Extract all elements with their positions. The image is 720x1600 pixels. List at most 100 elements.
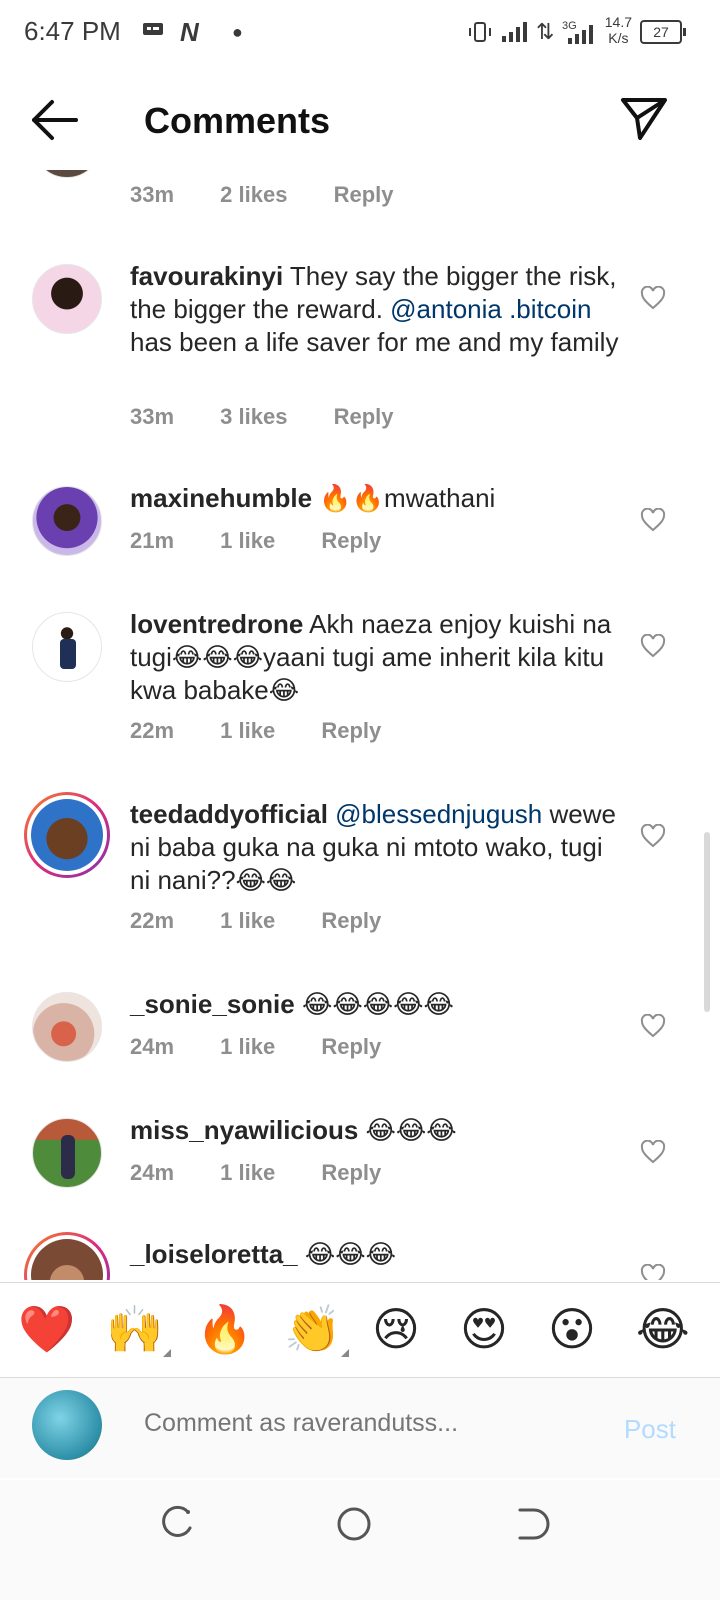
reaction-raised-hands-icon[interactable]: 🙌 — [106, 1301, 172, 1357]
reply-button[interactable]: Reply — [321, 1034, 381, 1059]
comment-likes[interactable]: 1 like — [220, 1034, 275, 1059]
reaction-heart-eyes-icon[interactable]: 😍 — [460, 1301, 508, 1357]
comment-username[interactable]: teedaddyofficial — [130, 799, 328, 829]
heart-icon[interactable] — [640, 1263, 666, 1280]
comment-input[interactable] — [142, 1408, 566, 1439]
comment-likes[interactable]: 1 like — [220, 718, 275, 743]
home-icon[interactable] — [334, 1504, 374, 1544]
skin-tone-indicator — [163, 1349, 172, 1357]
comment-username[interactable]: maxinehumble — [130, 483, 312, 513]
page-title: Comments — [144, 100, 331, 141]
signal-icon — [500, 20, 528, 49]
share-send-icon[interactable] — [620, 96, 668, 142]
scrollbar[interactable] — [704, 832, 710, 1012]
comment-text: _loiseloretta_ 😂😂😂 — [130, 1238, 620, 1271]
comment-meta: 22m 1 like Reply — [130, 908, 421, 934]
comment-likes[interactable]: 1 like — [220, 1160, 275, 1185]
heart-icon[interactable] — [640, 633, 666, 658]
network-speed: 14.7 K/s — [605, 14, 632, 46]
comment-meta: 21m 1 like Reply — [130, 528, 421, 554]
comment-meta: 24m 1 like Reply — [130, 1160, 421, 1186]
status-time: 6:47 PM — [24, 16, 121, 46]
comment-text: favourakinyi They say the bigger the ris… — [130, 260, 620, 359]
avatar[interactable] — [32, 992, 102, 1062]
comment-time: 24m — [130, 1160, 175, 1185]
heart-icon[interactable] — [640, 285, 666, 310]
reaction-glyph: 👏 — [284, 1303, 342, 1355]
heart-icon[interactable] — [640, 1013, 666, 1038]
comment-likes[interactable]: 2 likes — [220, 182, 287, 207]
comment-time: 24m — [130, 1034, 175, 1059]
post-button[interactable]: Post — [624, 1414, 676, 1445]
comment-likes[interactable]: 1 like — [220, 528, 275, 553]
comment-body: has been a life saver for me and my fami… — [130, 327, 619, 357]
comment-meta: 24m 1 like Reply — [130, 1034, 421, 1060]
reaction-crying-icon[interactable]: 😢 — [372, 1301, 420, 1357]
comment-text: loventredrone Akh naeza enjoy kuishi na … — [130, 608, 620, 707]
comment-mention[interactable]: @blessednjugush — [328, 799, 542, 829]
comment-text: teedaddyofficial @blessednjugush wewe ni… — [130, 798, 620, 897]
comment-composer: Post — [0, 1378, 720, 1478]
reply-button[interactable]: Reply — [321, 528, 381, 553]
comment-meta: 22m 1 like Reply — [130, 718, 421, 744]
heart-icon[interactable] — [640, 823, 666, 848]
comment-likes[interactable]: 3 likes — [220, 404, 287, 429]
comment-body: 😂😂😂😂😂 — [294, 989, 454, 1019]
reply-button[interactable]: Reply — [321, 908, 381, 933]
dot-icon: ● — [232, 22, 243, 42]
comment-username[interactable]: _sonie_sonie — [130, 989, 295, 1019]
recents-icon[interactable] — [158, 1504, 198, 1544]
app-notification-icon: N — [180, 17, 199, 47]
data-transfer-icon: ⇅ — [536, 19, 555, 44]
comment-username[interactable]: favourakinyi — [130, 261, 283, 291]
comment-username[interactable]: loventredrone — [130, 609, 303, 639]
system-nav-bar — [0, 1480, 720, 1600]
reply-button[interactable]: Reply — [334, 182, 394, 207]
current-user-avatar — [32, 1390, 102, 1460]
signal-2-icon — [566, 24, 594, 49]
avatar-story-ring[interactable] — [24, 792, 110, 878]
avatar[interactable] — [32, 264, 102, 334]
comment-body: 😂😂😂 — [297, 1239, 397, 1269]
comment-mention[interactable]: @antonia .bitcoin — [390, 294, 591, 324]
comment-likes[interactable]: 1 like — [220, 908, 275, 933]
comments-list[interactable]: 33m 2 likes Reply favourakinyi They say … — [0, 170, 720, 1280]
avatar[interactable] — [32, 486, 102, 556]
comment-body: 🔥🔥mwathani — [312, 483, 496, 513]
reply-button[interactable]: Reply — [334, 404, 394, 429]
network-speed-value: 14.7 — [604, 14, 632, 30]
quick-reactions-bar: ❤️ 🙌 🔥 👏 😢 😍 😮 😂 — [0, 1282, 720, 1378]
reply-button[interactable]: Reply — [321, 1160, 381, 1185]
comment-username[interactable]: _loiseloretta_ — [130, 1239, 298, 1269]
status-bar: 6:47 PM N ● ⇅ 3G 14.7 K/s 27 — [0, 0, 720, 64]
reaction-glyph: 🙌 — [106, 1303, 164, 1355]
battery-icon: 27 — [640, 20, 686, 44]
heart-icon[interactable] — [640, 507, 666, 532]
avatar-story-ring[interactable] — [24, 1232, 110, 1280]
avatar[interactable] — [32, 1118, 102, 1188]
avatar[interactable] — [32, 612, 102, 682]
comment-time: 33m — [130, 404, 175, 429]
heart-icon[interactable] — [640, 1139, 666, 1164]
reaction-clap-icon[interactable]: 👏 — [284, 1301, 350, 1357]
comment-time: 22m — [130, 908, 175, 933]
reaction-surprised-icon[interactable]: 😮 — [548, 1301, 596, 1357]
comment-text: maxinehumble 🔥🔥mwathani — [130, 482, 620, 515]
reaction-fire-icon[interactable]: 🔥 — [196, 1301, 253, 1357]
back-arrow-icon[interactable] — [30, 98, 80, 142]
reaction-heart-icon[interactable]: ❤️ — [18, 1301, 75, 1357]
message-icon — [142, 20, 164, 44]
comments-header: Comments — [0, 70, 720, 170]
reaction-laughing-icon[interactable]: 😂 — [636, 1301, 690, 1357]
comment-time: 33m — [130, 182, 175, 207]
comment-text: miss_nyawilicious 😂😂😂 — [130, 1114, 620, 1147]
back-nav-icon[interactable] — [512, 1504, 552, 1544]
comment-meta: 33m 2 likes Reply — [130, 182, 434, 208]
avatar[interactable] — [32, 170, 102, 178]
comment-username[interactable]: miss_nyawilicious — [130, 1115, 358, 1145]
comment-body: 😂😂😂 — [358, 1115, 457, 1145]
reply-button[interactable]: Reply — [321, 718, 381, 743]
comment-time: 22m — [130, 718, 175, 743]
skin-tone-indicator — [341, 1349, 350, 1357]
comment-time: 21m — [130, 528, 175, 553]
